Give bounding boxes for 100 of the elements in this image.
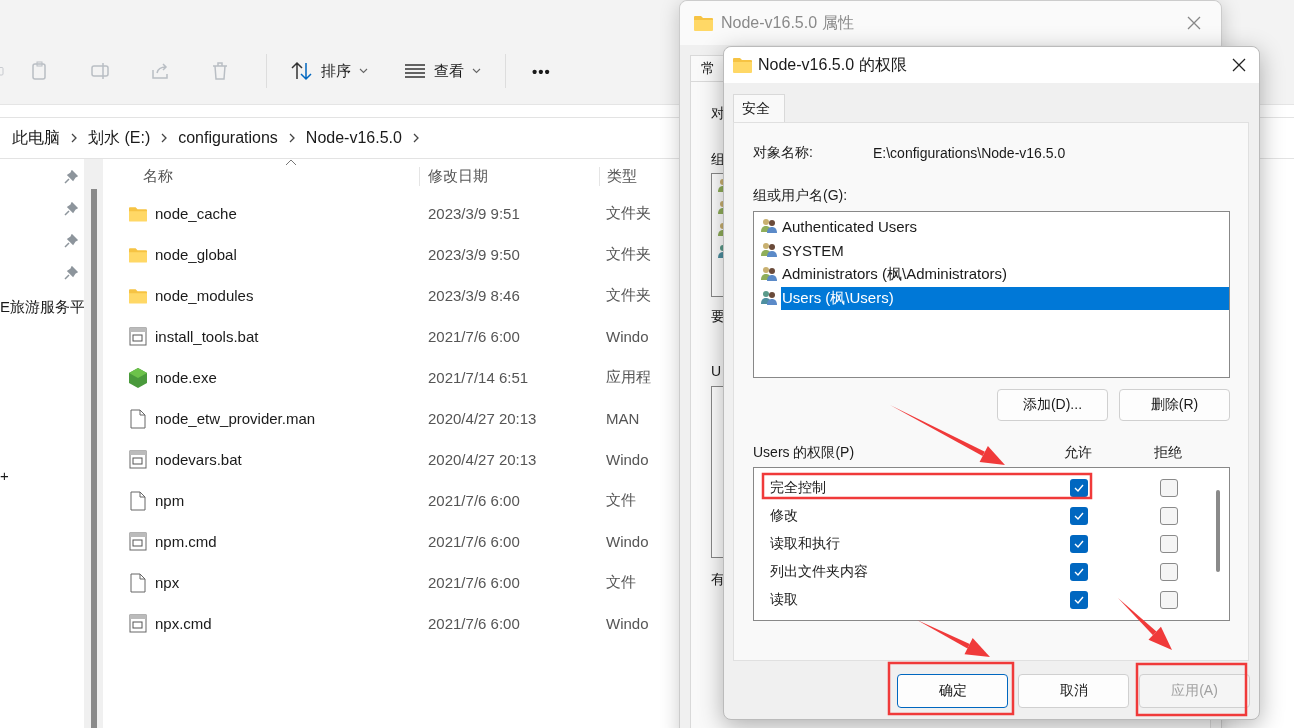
file-type: Windo <box>605 533 649 550</box>
checkbox[interactable] <box>1160 591 1178 609</box>
checkbox[interactable] <box>1070 535 1088 553</box>
pin-icon <box>64 170 78 184</box>
sort-button[interactable]: 排序 <box>283 61 376 81</box>
file-date: 2021/7/6 6:00 <box>427 574 521 591</box>
checkbox[interactable] <box>1160 507 1178 525</box>
nav-item[interactable]: E旅游服务平 <box>0 298 84 317</box>
label: 对 <box>711 104 725 123</box>
user-item[interactable]: Administrators (枫\Administrators) <box>781 262 1229 286</box>
file-date: 2021/7/6 6:00 <box>427 533 521 550</box>
window-title: Node-v16.5.0 属性 <box>721 12 855 33</box>
checkbox[interactable] <box>1070 479 1088 497</box>
sort-icon <box>291 61 313 81</box>
file-type: 应用程 <box>605 368 651 387</box>
label: 组 <box>711 150 725 169</box>
users-icon <box>760 290 779 306</box>
label: U <box>711 362 722 381</box>
user-item[interactable]: Authenticated Users <box>781 215 1229 237</box>
breadcrumb-item[interactable]: 此电脑 <box>12 127 60 149</box>
groups-label: 组或用户名(G): <box>753 187 849 205</box>
file-name[interactable]: node_global <box>155 246 237 263</box>
tab[interactable]: 安全 <box>733 94 785 122</box>
rename-icon[interactable] <box>90 61 110 81</box>
view-button[interactable]: 查看 <box>396 61 489 81</box>
folder-icon <box>733 57 752 73</box>
nav-item[interactable]: + <box>0 467 84 484</box>
folder-icon <box>129 246 147 263</box>
checkbox[interactable] <box>1070 507 1088 525</box>
file-date: 2020/4/27 20:13 <box>427 410 538 427</box>
checkbox[interactable] <box>1160 535 1178 553</box>
file-date: 2023/3/9 9:51 <box>427 205 521 222</box>
user-item[interactable]: Users (枫\Users) <box>781 286 1229 310</box>
breadcrumb-item[interactable]: Node-v16.5.0 <box>305 129 402 147</box>
deny-header: 拒绝 <box>1153 444 1183 462</box>
share-icon[interactable] <box>150 61 170 81</box>
pin-icon <box>64 202 78 216</box>
folder-icon <box>129 287 147 304</box>
file-name[interactable]: npx.cmd <box>155 615 212 632</box>
file-name[interactable]: npm.cmd <box>155 533 217 550</box>
script-file-icon <box>129 450 147 469</box>
file-name[interactable]: npx <box>155 574 180 591</box>
trash-icon[interactable] <box>210 61 230 81</box>
group-button[interactable]: 添加(D)... <box>997 389 1108 421</box>
scrollbar[interactable] <box>1216 490 1220 572</box>
checkbox[interactable] <box>1160 563 1178 581</box>
file-name[interactable]: node_modules <box>155 287 254 304</box>
file-date: 2020/4/27 20:13 <box>427 451 538 468</box>
document-icon <box>130 490 146 511</box>
folder-icon <box>694 15 713 31</box>
file-type: 文件夹 <box>605 286 651 305</box>
file-name[interactable]: npm <box>155 492 185 509</box>
caret-icon <box>359 68 368 74</box>
file-date: 2021/7/6 6:00 <box>427 328 521 345</box>
file-date: 2023/3/9 9:50 <box>427 246 521 263</box>
user-list[interactable]: Authenticated Users SYSTEM Administrators (枫\Administrators) Users (枫\Users) <box>753 211 1230 378</box>
file-name[interactable]: node.exe <box>155 369 217 386</box>
file-type: 文件 <box>605 491 636 510</box>
dialog-button[interactable]: 取消 <box>1018 674 1129 708</box>
checkbox[interactable] <box>1160 479 1178 497</box>
group-button[interactable]: 删除(R) <box>1119 389 1230 421</box>
file-date: 2021/7/14 6:51 <box>427 369 530 386</box>
column-header[interactable]: 名称 <box>103 166 419 186</box>
column-header[interactable]: 修改日期 <box>419 166 599 186</box>
pin-icon <box>64 266 78 280</box>
pin-icon <box>64 234 78 248</box>
dialog-button[interactable]: 确定 <box>897 674 1008 708</box>
file-type: Windo <box>605 328 649 345</box>
file-type: 文件夹 <box>605 204 651 223</box>
close-icon[interactable] <box>1232 58 1246 72</box>
users-icon <box>760 266 779 282</box>
object-name-value: E:\configurations\Node-v16.5.0 <box>873 145 1066 161</box>
chevron-icon <box>287 132 296 144</box>
chevron-icon <box>411 132 420 144</box>
check-icon <box>1073 567 1085 577</box>
more-button[interactable]: ••• <box>532 62 551 80</box>
file-type: 文件夹 <box>605 245 651 264</box>
folder-icon <box>129 205 147 222</box>
user-item[interactable]: SYSTEM <box>781 239 1229 261</box>
file-name[interactable]: nodevars.bat <box>155 451 242 468</box>
permission-name: 读取和执行 <box>770 535 840 551</box>
checkbox[interactable] <box>1070 563 1088 581</box>
document-icon <box>130 572 146 593</box>
breadcrumb-item[interactable]: configurations <box>178 129 278 147</box>
file-name[interactable]: node_cache <box>155 205 237 222</box>
hexagon-icon <box>129 367 147 388</box>
file-name[interactable]: install_tools.bat <box>155 328 259 345</box>
allow-header: 允许 <box>1063 444 1093 462</box>
breadcrumb-item[interactable]: 划水 (E:) <box>88 127 151 149</box>
permission-name: 列出文件夹内容 <box>770 563 868 579</box>
file-name[interactable]: node_etw_provider.man <box>155 410 316 427</box>
permissions-label: Users 的权限(P) <box>753 444 856 462</box>
chevron-icon <box>160 132 169 144</box>
annotation-arrow <box>1118 598 1172 650</box>
file-date: 2021/7/6 6:00 <box>427 615 521 632</box>
column-header[interactable]: 类型 <box>599 166 637 186</box>
check-icon <box>1073 539 1085 549</box>
permission-name: 完全控制 <box>770 479 826 495</box>
scrollbar[interactable] <box>84 159 103 728</box>
checkbox[interactable] <box>1070 591 1088 609</box>
